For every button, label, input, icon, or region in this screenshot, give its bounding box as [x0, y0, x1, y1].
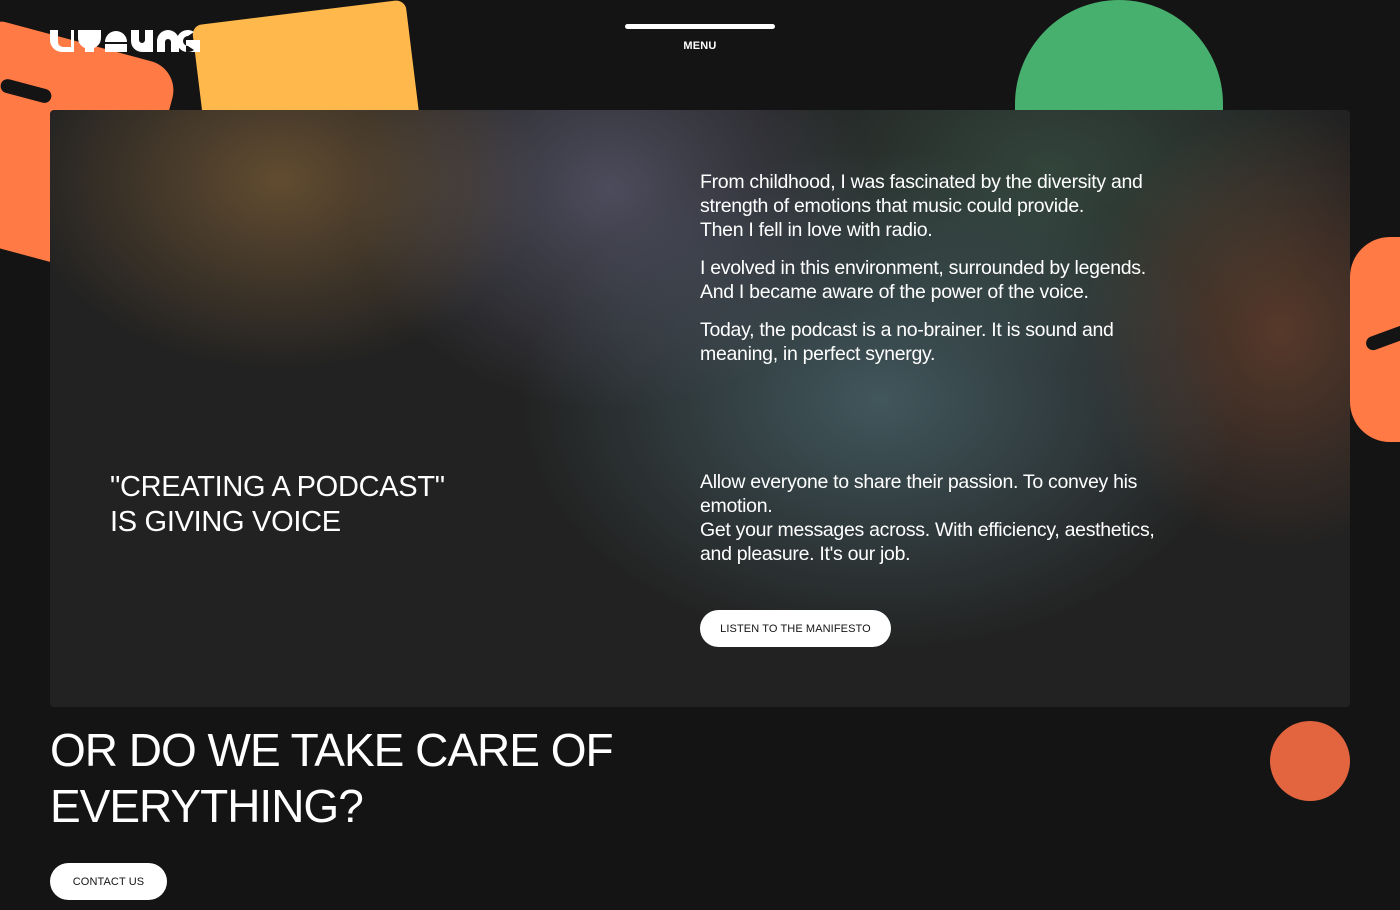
story-line: And I became aware of the power of the v… [700, 281, 1089, 303]
mission-text: Allow everyone to share their passion. T… [700, 470, 1220, 566]
mission-line: emotion. [700, 495, 773, 517]
contact-us-button[interactable]: CONTACT US [50, 863, 167, 900]
story-paragraph: Today, the podcast is a no-brainer. It i… [700, 318, 1220, 366]
cta-heading-line: OR DO WE TAKE CARE OF [50, 724, 614, 776]
cta-heading-line: EVERYTHING? [50, 780, 364, 832]
story-line: Today, the podcast is a no-brainer. It i… [700, 319, 1114, 341]
story-paragraph: I evolved in this environment, surrounde… [700, 256, 1220, 304]
story-line: meaning, in perfect synergy. [700, 343, 936, 365]
story-line: I evolved in this environment, surrounde… [700, 257, 1146, 279]
quote-line: IS GIVING VOICE [110, 506, 341, 538]
story-text: From childhood, I was fascinated by the … [700, 170, 1220, 380]
mission-line: Allow everyone to share their passion. T… [700, 471, 1138, 493]
story-line: From childhood, I was fascinated by the … [700, 171, 1143, 193]
menu-label: MENU [683, 40, 717, 52]
cta-heading: OR DO WE TAKE CARE OF EVERYTHING? [50, 722, 614, 834]
menu-toggle[interactable]: MENU [625, 24, 775, 52]
mission-line: and pleasure. It's our job. [700, 543, 911, 565]
brand-logo[interactable] [50, 28, 200, 54]
listen-manifesto-button[interactable]: LISTEN TO THE MANIFESTO [700, 610, 891, 647]
story-paragraph: From childhood, I was fascinated by the … [700, 170, 1220, 242]
mission-line: Get your messages across. With efficienc… [700, 519, 1155, 541]
manifesto-panel: "CREATING A PODCAST" IS GIVING VOICE Fro… [50, 110, 1350, 707]
panel-quote: "CREATING A PODCAST" IS GIVING VOICE [110, 470, 445, 540]
menu-bar-icon [625, 24, 775, 29]
wordmark-logo-icon [50, 30, 200, 53]
story-line: Then I fell in love with radio. [700, 219, 933, 241]
quote-line: "CREATING A PODCAST" [110, 471, 445, 503]
orange-circle-shape [1270, 721, 1350, 801]
story-line: strength of emotions that music could pr… [700, 195, 1084, 217]
